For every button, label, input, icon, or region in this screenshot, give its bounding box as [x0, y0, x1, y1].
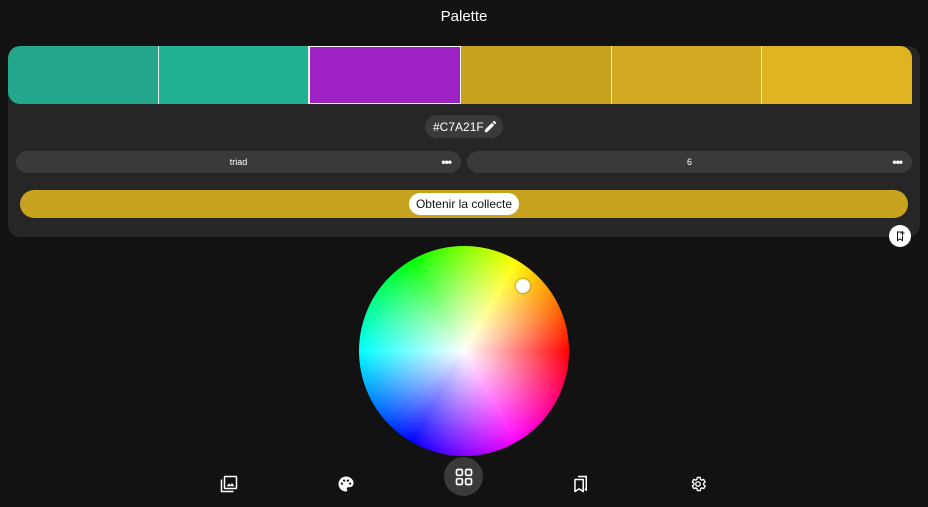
- bottom-navigation: [0, 456, 928, 507]
- more-options-icon: •••: [441, 155, 452, 169]
- edit-pencil-icon: [484, 120, 497, 133]
- swatch-6[interactable]: [762, 46, 912, 104]
- swatch-5[interactable]: [611, 46, 763, 104]
- image-gallery-icon: [220, 475, 238, 493]
- palette-icon: [338, 476, 354, 492]
- grid-icon: [455, 468, 472, 485]
- color-wheel-handle[interactable]: [516, 279, 530, 293]
- nav-gallery[interactable]: [217, 472, 241, 496]
- nav-bookmarks[interactable]: [569, 472, 593, 496]
- settings-gear-icon: [691, 476, 706, 492]
- palette-screen: Palette #C7A21F triad ••• 6 ••• Obtenir …: [0, 0, 928, 507]
- swatch-3[interactable]: [309, 46, 462, 104]
- nav-settings[interactable]: [686, 472, 710, 496]
- bookmark-add-icon: [897, 231, 905, 242]
- hex-code-text: #C7A21F: [433, 119, 484, 134]
- nav-grid[interactable]: [444, 457, 483, 496]
- swatch-2[interactable]: [158, 46, 310, 104]
- bookmarks-icon: [574, 475, 587, 493]
- collect-button[interactable]: Obtenir la collecte: [20, 190, 908, 218]
- swatch-strip: [8, 46, 912, 104]
- page-title: Palette: [440, 8, 488, 25]
- color-count-label: 6: [686, 157, 692, 167]
- collect-button-label: Obtenir la collecte: [409, 193, 519, 215]
- more-options-icon: •••: [892, 155, 903, 169]
- swatch-1[interactable]: [8, 46, 159, 104]
- scheme-type-selector[interactable]: triad •••: [16, 151, 461, 173]
- palette-card: #C7A21F triad ••• 6 ••• Obtenir la colle…: [8, 46, 920, 237]
- swatch-4[interactable]: [461, 46, 612, 104]
- scheme-type-label: triad: [229, 157, 248, 167]
- save-bookmark-button[interactable]: [889, 225, 911, 247]
- color-count-selector[interactable]: 6 •••: [467, 151, 912, 173]
- hex-code-chip[interactable]: #C7A21F: [425, 115, 503, 138]
- nav-palette[interactable]: [334, 472, 358, 496]
- color-wheel[interactable]: [359, 246, 569, 456]
